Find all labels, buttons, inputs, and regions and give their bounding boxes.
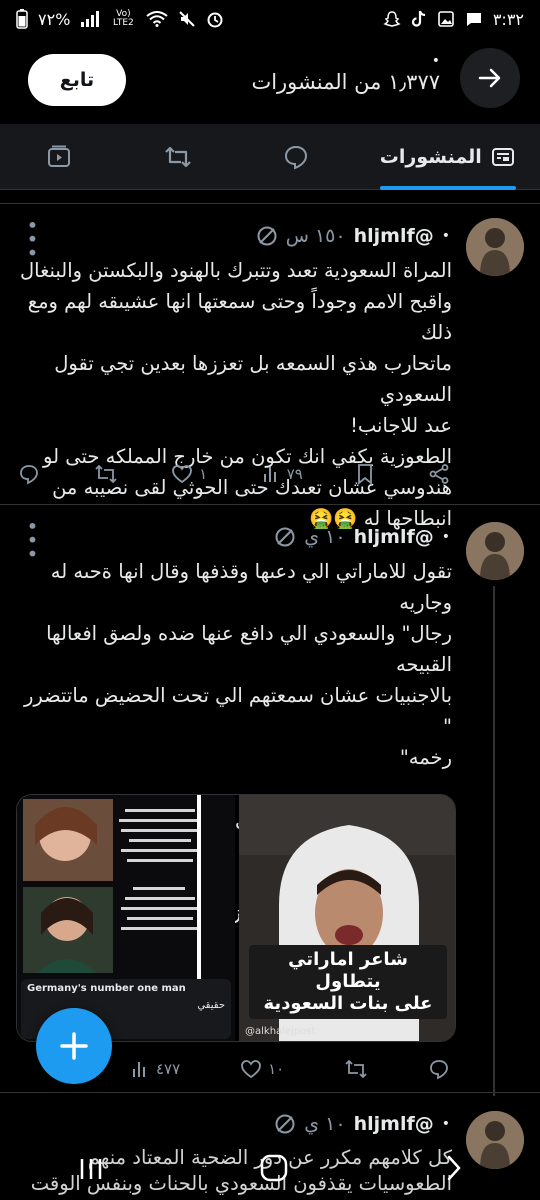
messages-icon <box>465 10 483 28</box>
repost-button[interactable] <box>94 463 118 485</box>
profile-tabs: المنشورات <box>0 124 540 190</box>
blocked-icon <box>256 225 278 247</box>
inner-post-name: Germany's number one man <box>27 983 186 994</box>
inner-post-reply: حقيقي <box>197 1000 225 1011</box>
status-bar: ٧٢% Vo) LTE2 ٣:٣٢ <box>0 0 540 38</box>
post-2[interactable]: • @hljmlf ١٠ ي ••• تقول للاماراتي الي دع… <box>0 506 540 1096</box>
heart-icon <box>172 465 193 484</box>
video-watermark: @alkhalejpost <box>245 1026 316 1037</box>
tab-replies[interactable] <box>261 124 331 190</box>
post-time[interactable]: ١٥٠ س <box>286 225 346 247</box>
tiktok-icon <box>411 10 427 28</box>
media-screenshot-image[interactable]: Germany's number one man حقيقي <box>17 795 235 1041</box>
header-dot: • <box>441 1116 450 1132</box>
reply-icon <box>283 144 309 170</box>
section-divider <box>0 190 540 204</box>
arrow-right-icon <box>477 65 503 91</box>
battery-icon <box>16 9 28 29</box>
system-nav-bar <box>0 1144 540 1200</box>
repost-button[interactable] <box>344 1058 368 1080</box>
repost-icon <box>345 1059 367 1079</box>
post-media[interactable]: Germany's number one man حقيقي شاعر امار… <box>16 794 456 1042</box>
bookmark-icon <box>358 464 373 485</box>
posts-count: ١٫٣٧٧ من المنشورات <box>251 70 440 94</box>
header-title: • ١٫٣٧٧ من المنشورات <box>251 52 440 94</box>
header-dot: • <box>431 53 440 69</box>
back-chevron-icon <box>447 1155 461 1181</box>
snapchat-icon <box>383 10 401 28</box>
header-dot: • <box>441 529 450 545</box>
signal-icon <box>80 11 100 27</box>
gallery-icon <box>437 10 455 28</box>
profile-header: تابع • ١٫٣٧٧ من المنشورات <box>0 38 540 124</box>
wifi-icon <box>146 11 169 27</box>
views-count: ٤٧٧ <box>156 1060 181 1078</box>
mute-icon <box>178 10 196 28</box>
posts-icon <box>490 144 516 170</box>
user-handle[interactable]: @hljmlf <box>354 526 434 548</box>
recent-apps-button[interactable] <box>77 1155 105 1190</box>
battery-percent: ٧٢% <box>38 9 71 29</box>
home-icon <box>260 1154 288 1182</box>
views-icon <box>263 467 276 482</box>
repost-icon <box>164 144 192 170</box>
avatar[interactable] <box>466 218 524 276</box>
thread-line <box>493 586 495 1096</box>
blocked-icon <box>274 1113 296 1135</box>
media-video-thumbnail[interactable]: شاعر اماراتي يتطاول على بنات السعودية @a… <box>239 795 455 1041</box>
avatar[interactable] <box>466 522 524 580</box>
post-header: • @hljmlf ١٠ ي <box>274 526 450 548</box>
plus-icon <box>59 1021 89 1072</box>
post-text: المراة السعودية تعىد وتتبرك بالهنود والب… <box>20 259 452 530</box>
status-time: ٣:٣٢ <box>492 9 524 29</box>
tab-media[interactable] <box>24 124 94 190</box>
user-handle[interactable]: @hljmlf <box>354 1113 434 1135</box>
tab-posts[interactable]: المنشورات <box>379 124 516 190</box>
share-button[interactable] <box>428 463 450 485</box>
header-dot: • <box>441 228 450 244</box>
reply-button[interactable] <box>18 463 40 485</box>
post-actions: ٤٧٧ ١٠ <box>130 1058 450 1080</box>
heart-icon <box>241 1060 261 1079</box>
post-time[interactable]: ١٠ ي <box>304 1113 345 1135</box>
views-button[interactable]: ٧٩ <box>261 464 303 484</box>
user-handle[interactable]: @hljmlf <box>354 225 434 247</box>
like-count: ١ <box>199 465 208 483</box>
post-time[interactable]: ١٠ ي <box>304 526 345 548</box>
tab-posts-label: المنشورات <box>379 145 482 168</box>
views-button[interactable]: ٤٧٧ <box>130 1059 180 1079</box>
repost-icon <box>94 464 117 484</box>
blocked-icon <box>274 526 296 548</box>
status-left: ٧٢% Vo) LTE2 <box>16 9 224 29</box>
views-icon <box>133 1062 145 1077</box>
status-right: ٣:٣٢ <box>383 10 524 29</box>
video-caption-line1: شاعر اماراتي يتطاول <box>288 949 408 992</box>
reply-icon <box>20 465 38 485</box>
post-1[interactable]: • @hljmlf ١٥٠ س ••• المراة السعودية تعىد… <box>0 205 540 530</box>
share-icon <box>429 464 449 484</box>
network-label: Vo) LTE2 <box>113 9 134 28</box>
post-actions: ١ ٧٩ <box>18 463 450 485</box>
post-header: • @hljmlf ١٠ ي <box>274 1113 450 1135</box>
reply-button[interactable] <box>428 1058 450 1080</box>
alarm-icon <box>206 10 224 28</box>
home-button[interactable] <box>259 1153 289 1191</box>
video-caption-line2: على بنات السعودية <box>263 993 433 1014</box>
like-count: ١٠ <box>268 1060 285 1078</box>
post-header: • @hljmlf ١٥٠ س <box>256 225 450 247</box>
tab-reposts[interactable] <box>143 124 213 190</box>
follow-button[interactable]: تابع <box>28 54 126 106</box>
compose-post-button[interactable] <box>36 1008 112 1084</box>
reply-icon <box>430 1060 448 1080</box>
views-count: ٧٩ <box>286 465 303 483</box>
back-nav-button[interactable] <box>443 1154 463 1190</box>
video-caption: شاعر اماراتي يتطاول على بنات السعودية <box>249 945 447 1019</box>
recent-apps-icon <box>80 1158 102 1179</box>
back-button[interactable] <box>460 48 520 108</box>
bookmark-button[interactable] <box>356 463 374 485</box>
media-icon <box>46 144 72 170</box>
like-button[interactable]: ١٠ <box>240 1058 284 1080</box>
like-button[interactable]: ١ <box>171 463 207 485</box>
